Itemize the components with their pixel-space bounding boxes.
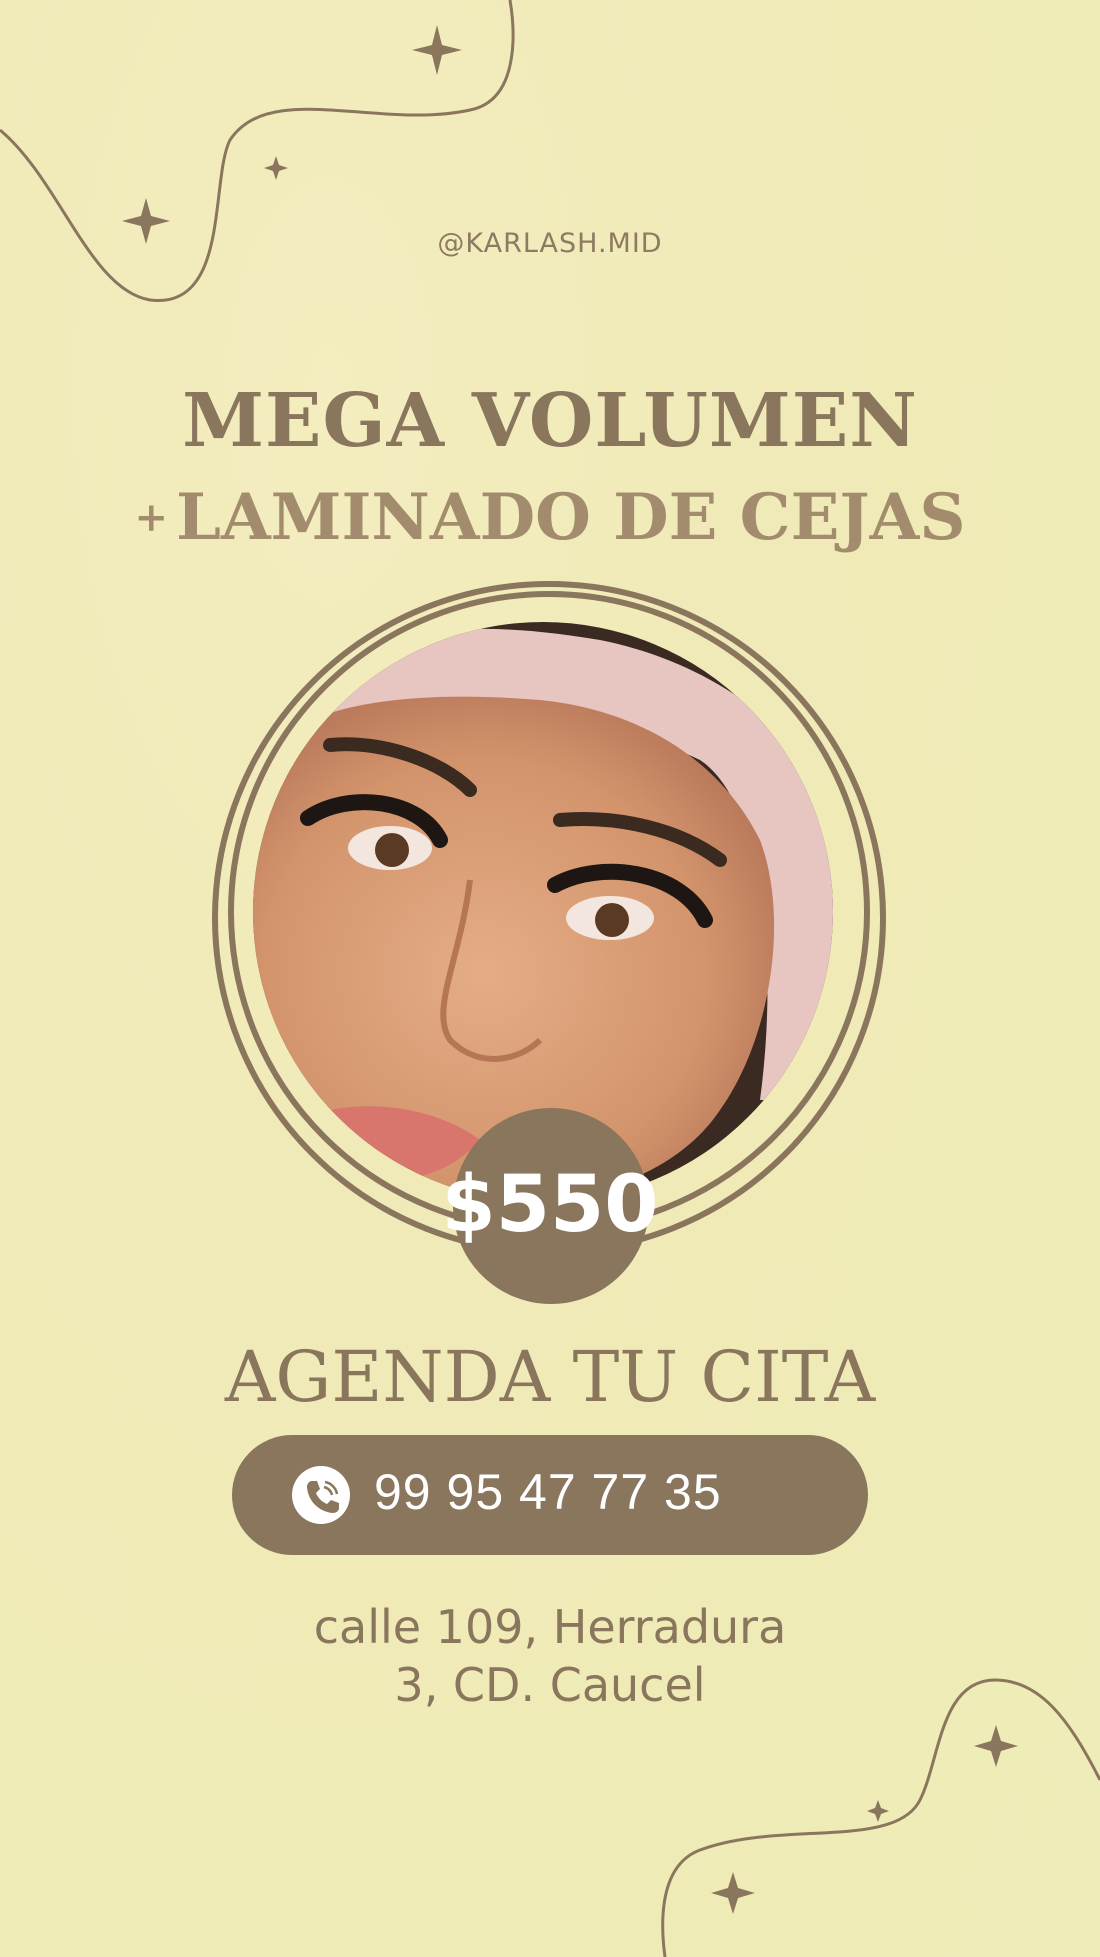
address-line-1: calle 109, Herradura [313, 1600, 787, 1654]
phone-icon [292, 1466, 350, 1524]
price-label: $550 [441, 1160, 659, 1250]
address-line-2: 3, CD. Caucel [394, 1658, 706, 1712]
promo-flyer: @KARLASH.MID MEGA VOLUMEN + LAMINADO DE C… [0, 0, 1100, 1957]
cta-heading: AGENDA TU CITA [224, 1336, 876, 1418]
address: calle 109, Herradura 3, CD. Caucel [0, 1598, 1100, 1714]
phone-button[interactable]: 99 95 47 77 35 [232, 1435, 868, 1555]
phone-number: 99 95 47 77 35 [374, 1464, 722, 1520]
